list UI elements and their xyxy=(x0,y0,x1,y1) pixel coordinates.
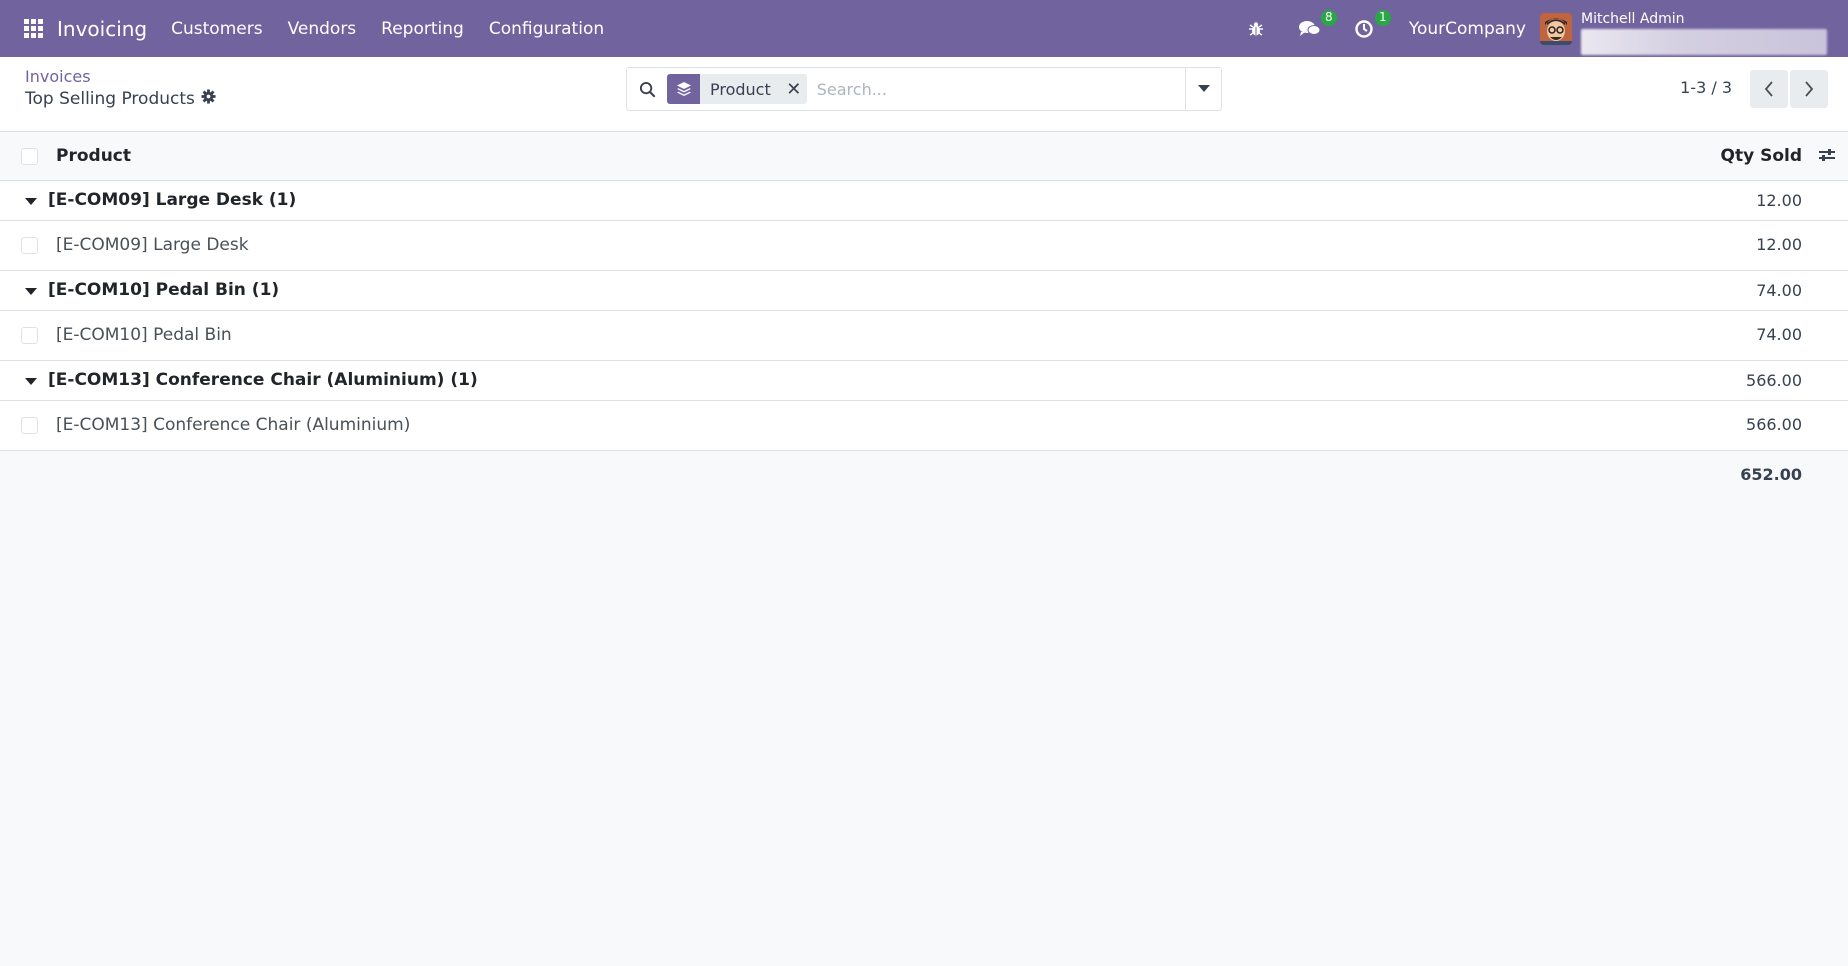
table-row[interactable]: [E-COM13] Conference Chair (Aluminium) 5… xyxy=(0,401,1848,451)
qty-cell: 12.00 xyxy=(1756,235,1802,254)
search-facet-product: Product ✕ xyxy=(667,74,807,104)
group-qty: 12.00 xyxy=(1756,191,1802,210)
list-view: Product Qty Sold [E-COM09] Large Desk (1… xyxy=(0,132,1848,499)
breadcrumb-invoices[interactable]: Invoices xyxy=(25,67,91,86)
product-cell: [E-COM10] Pedal Bin xyxy=(56,325,232,345)
control-panel: Invoices Top Selling Products Product ✕ … xyxy=(0,57,1848,132)
search-icon[interactable] xyxy=(627,81,667,98)
apps-grid-icon xyxy=(23,19,43,38)
redacted-user-info xyxy=(1581,28,1827,55)
menu-reporting[interactable]: Reporting xyxy=(381,19,464,39)
close-icon[interactable]: ✕ xyxy=(781,74,807,104)
messages-badge: 8 xyxy=(1320,9,1337,26)
caret-down-icon xyxy=(1197,85,1210,92)
caret-down-icon xyxy=(25,198,37,205)
group-label: [E-COM10] Pedal Bin (1) xyxy=(48,280,280,300)
row-checkbox[interactable] xyxy=(21,327,38,344)
menu-configuration[interactable]: Configuration xyxy=(489,19,604,39)
messages-chat-icon[interactable]: 8 xyxy=(1297,9,1337,42)
group-row[interactable]: [E-COM13] Conference Chair (Aluminium) (… xyxy=(0,361,1848,401)
app-menu-button[interactable] xyxy=(13,0,53,57)
row-checkbox[interactable] xyxy=(21,237,38,254)
user-name: Mitchell Admin xyxy=(1581,10,1685,27)
user-menu[interactable]: Mitchell Admin xyxy=(1581,9,1827,55)
menu-customers[interactable]: Customers xyxy=(171,19,262,39)
group-row[interactable]: [E-COM10] Pedal Bin (1) 74.00 xyxy=(0,271,1848,311)
layers-group-icon xyxy=(667,74,700,104)
optional-columns-sliders-icon[interactable] xyxy=(1818,147,1836,167)
app-name[interactable]: Invoicing xyxy=(57,17,147,41)
group-qty: 566.00 xyxy=(1746,371,1802,390)
list-header: Product Qty Sold xyxy=(0,132,1848,181)
chevron-left-icon xyxy=(1764,81,1773,97)
search-bar: Product ✕ xyxy=(626,67,1222,111)
group-label: [E-COM09] Large Desk (1) xyxy=(48,190,297,210)
top-navbar: Invoicing Customers Vendors Reporting Co… xyxy=(0,0,1848,57)
pager-value[interactable]: 1-3 / 3 xyxy=(1680,78,1732,97)
pager-previous-button[interactable] xyxy=(1750,70,1788,108)
activities-clock-icon[interactable]: 1 xyxy=(1351,9,1391,42)
qty-total: 652.00 xyxy=(1740,465,1802,484)
pager-next-button[interactable] xyxy=(1790,70,1828,108)
product-cell: [E-COM09] Large Desk xyxy=(56,235,249,255)
search-options-toggle[interactable] xyxy=(1185,68,1221,110)
group-label: [E-COM13] Conference Chair (Aluminium) (… xyxy=(48,370,478,390)
group-row[interactable]: [E-COM09] Large Desk (1) 12.00 xyxy=(0,181,1848,221)
page-title: Top Selling Products xyxy=(25,89,216,109)
group-qty: 74.00 xyxy=(1756,281,1802,300)
list-footer: 652.00 xyxy=(0,451,1848,499)
menu-vendors[interactable]: Vendors xyxy=(288,19,357,39)
qty-cell: 74.00 xyxy=(1756,325,1802,344)
column-header-qty-sold[interactable]: Qty Sold xyxy=(1721,146,1803,166)
activities-badge: 1 xyxy=(1374,9,1391,26)
facet-label: Product xyxy=(710,79,771,99)
user-avatar[interactable] xyxy=(1540,12,1572,45)
table-row[interactable]: [E-COM10] Pedal Bin 74.00 xyxy=(0,311,1848,361)
chevron-right-icon xyxy=(1805,81,1814,97)
select-all-checkbox[interactable] xyxy=(21,148,38,165)
page-title-text: Top Selling Products xyxy=(25,89,195,109)
company-switcher[interactable]: YourCompany xyxy=(1409,19,1526,39)
qty-cell: 566.00 xyxy=(1746,415,1802,434)
column-header-product[interactable]: Product xyxy=(56,146,131,166)
caret-down-icon xyxy=(25,288,37,295)
gear-icon[interactable] xyxy=(201,89,216,109)
product-cell: [E-COM13] Conference Chair (Aluminium) xyxy=(56,415,411,435)
search-input[interactable] xyxy=(806,69,1185,109)
debug-bug-icon[interactable] xyxy=(1243,16,1269,42)
row-checkbox[interactable] xyxy=(21,417,38,434)
table-row[interactable]: [E-COM09] Large Desk 12.00 xyxy=(0,221,1848,271)
caret-down-icon xyxy=(25,378,37,385)
